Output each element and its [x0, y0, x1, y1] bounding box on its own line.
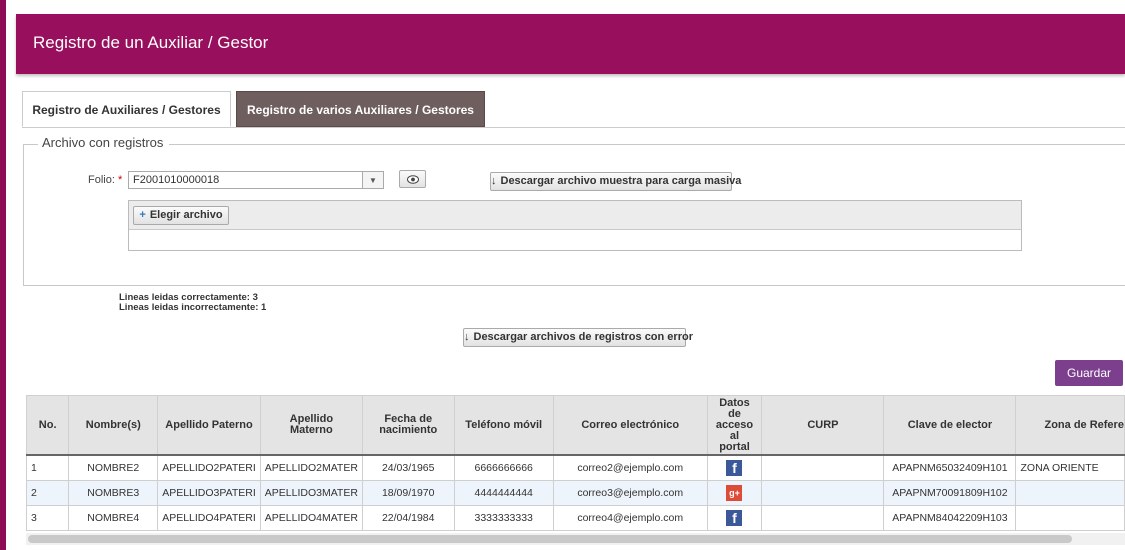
cell-curp [761, 480, 885, 506]
fieldset-legend: Archivo con registros [38, 135, 170, 150]
plus-icon: + [139, 209, 146, 221]
cell-nombre: NOMBRE3 [68, 480, 159, 506]
tab-bulk-registration[interactable]: Registro de varios Auxiliares / Gestores [236, 91, 485, 127]
cell-clave: APAPNM65032409H101 [883, 454, 1017, 481]
column-header: CURP [761, 395, 885, 456]
table-row[interactable]: 1 NOMBRE2 APELLIDO2PATERI APELLIDO2MATER… [26, 454, 1125, 481]
column-header: Apellido Paterno [157, 395, 261, 456]
cell-nombre: NOMBRE4 [68, 505, 159, 531]
file-upload-panel: + Elegir archivo [128, 200, 1022, 251]
cell-telefono: 6666666666 [453, 454, 554, 481]
arrow-down-icon: ↓ [464, 331, 470, 343]
cell-telefono: 3333333333 [453, 505, 554, 531]
column-header: Correo electrónico [552, 395, 708, 456]
read-stats: Lineas leidas correctamente: 3 Lineas le… [119, 293, 266, 313]
records-table-container: No. Nombre(s) Apellido Paterno Apellido … [26, 395, 1125, 550]
table-row[interactable]: 3 NOMBRE4 APELLIDO4PATERI APELLIDO4MATER… [26, 505, 1125, 531]
cell-paterno: APELLIDO2PATERI [157, 454, 261, 481]
cell-no: 3 [26, 505, 70, 531]
cell-no: 2 [26, 480, 70, 506]
eye-icon [406, 175, 419, 184]
cell-zona [1015, 480, 1125, 506]
cell-no: 1 [26, 454, 70, 481]
folio-select[interactable]: F2001010000018 [128, 171, 363, 189]
records-table: No. Nombre(s) Apellido Paterno Apellido … [26, 395, 1125, 531]
cell-materno: APELLIDO2MATER [259, 454, 363, 481]
tab-underline [22, 127, 1125, 128]
table-header-row: No. Nombre(s) Apellido Paterno Apellido … [26, 395, 1125, 456]
download-errors-button[interactable]: ↓ Descargar archivos de registros con err… [463, 328, 693, 347]
facebook-icon[interactable]: f [726, 510, 743, 526]
column-header: Clave de elector [883, 395, 1017, 456]
page-header: Registro de un Auxiliar / Gestor [16, 14, 1125, 74]
choose-file-button[interactable]: + Elegir archivo [133, 206, 229, 225]
horizontal-scrollbar[interactable] [26, 533, 1125, 545]
cell-fecha: 24/03/1965 [361, 454, 455, 481]
table-row[interactable]: 2 NOMBRE3 APELLIDO3PATERI APELLIDO3MATER… [26, 480, 1125, 506]
cell-portal: g+ [706, 480, 763, 506]
cell-correo: correo2@ejemplo.com [552, 454, 708, 481]
download-sample-label: Descargar archivo muestra para carga mas… [500, 175, 742, 187]
cell-paterno: APELLIDO4PATERI [157, 505, 261, 531]
cell-curp [761, 454, 885, 481]
cell-zona [1015, 505, 1125, 531]
page-title: Registro de un Auxiliar / Gestor [33, 33, 269, 52]
scrollbar-thumb[interactable] [28, 535, 1072, 543]
cell-correo: correo3@ejemplo.com [552, 480, 708, 506]
column-header: No. [26, 395, 70, 456]
tab-single-registration[interactable]: Registro de Auxiliares / Gestores [22, 91, 231, 127]
column-header: Teléfono móvil [453, 395, 554, 456]
view-folio-button[interactable] [399, 170, 426, 188]
cell-fecha: 18/09/1970 [361, 480, 455, 506]
column-header: Zona de Refere [1015, 395, 1125, 456]
cell-telefono: 4444444444 [453, 480, 554, 506]
cell-zona: ZONA ORIENTE [1015, 454, 1125, 481]
column-header: Datos de acceso al portal [706, 395, 763, 456]
cell-materno: APELLIDO4MATER [259, 505, 363, 531]
facebook-icon[interactable]: f [726, 460, 743, 476]
cell-clave: APAPNM84042209H103 [883, 505, 1017, 531]
column-header: Nombre(s) [68, 395, 159, 456]
folio-label: Folio: * [88, 174, 123, 186]
left-border [0, 0, 6, 550]
cell-portal: f [706, 505, 763, 531]
cell-nombre: NOMBRE2 [68, 454, 159, 481]
save-button[interactable]: Guardar [1055, 360, 1123, 386]
download-sample-button[interactable]: ↓ Descargar archivo muestra para carga ma… [490, 172, 741, 191]
choose-file-label: Elegir archivo [149, 209, 223, 221]
cell-materno: APELLIDO3MATER [259, 480, 363, 506]
upload-toolbar: + Elegir archivo [129, 201, 1021, 230]
download-errors-label: Descargar archivos de registros con erro… [473, 331, 693, 343]
stats-bad: Lineas leidas incorrectamente: 1 [119, 302, 267, 313]
cell-curp [761, 505, 885, 531]
cell-fecha: 22/04/1984 [361, 505, 455, 531]
column-header: Fecha de nacimiento [361, 395, 455, 456]
arrow-down-icon: ↓ [491, 175, 497, 187]
cell-portal: f [706, 454, 763, 481]
column-header: Apellido Materno [259, 395, 363, 456]
cell-clave: APAPNM70091809H102 [883, 480, 1017, 506]
required-mark: * [117, 174, 123, 186]
triangle-down-icon: ▼ [369, 176, 377, 185]
google-plus-icon[interactable]: g+ [726, 485, 743, 501]
folio-dropdown-button[interactable]: ▼ [363, 171, 384, 189]
cell-correo: correo4@ejemplo.com [552, 505, 708, 531]
cell-paterno: APELLIDO3PATERI [157, 480, 261, 506]
